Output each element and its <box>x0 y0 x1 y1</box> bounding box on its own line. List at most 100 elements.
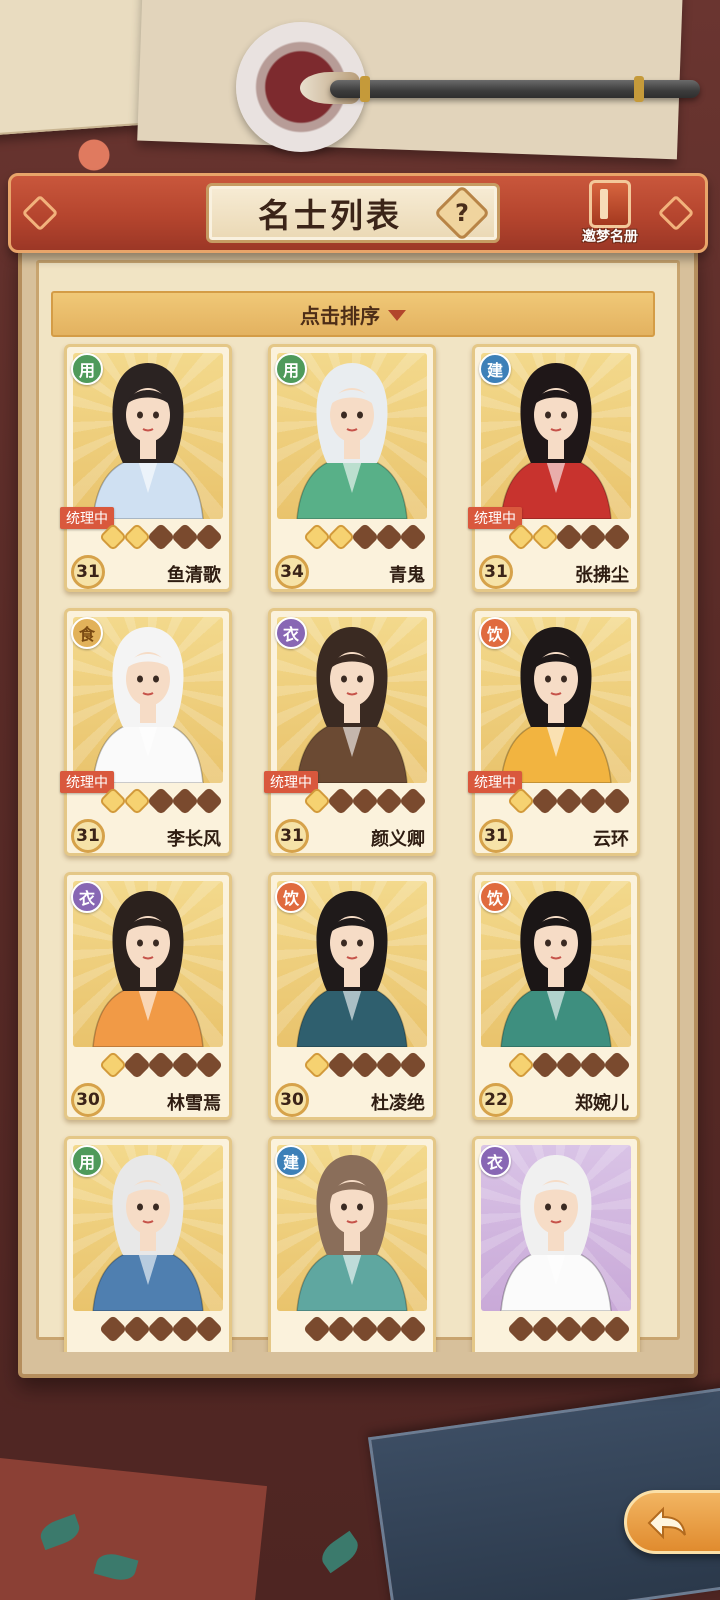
star-icon <box>578 1050 608 1080</box>
star-rating <box>302 1050 428 1080</box>
back-button[interactable] <box>624 1490 720 1554</box>
character-grid: 用统理中 31 鱼清歌用 34 青鬼建统理中 31 张拂尘食统理中 31 李长风衣统理中 31 颜义… <box>38 340 678 1352</box>
star-icon <box>398 786 428 816</box>
star-icon <box>506 786 536 816</box>
star-icon <box>602 786 632 816</box>
star-icon <box>122 1050 152 1080</box>
character-card[interactable]: 衣 <box>472 1136 640 1352</box>
star-icon <box>350 522 380 552</box>
star-icon <box>530 522 560 552</box>
character-name: 青鬼 <box>389 565 425 586</box>
star-rating <box>98 1050 224 1080</box>
type-badge: 衣 <box>479 1145 511 1177</box>
star-icon <box>398 1314 428 1344</box>
brush-band-decoration <box>634 76 644 102</box>
character-card[interactable]: 饮统理中 31 云环 <box>468 608 640 856</box>
star-icon <box>326 786 356 816</box>
type-badge: 饮 <box>275 881 307 913</box>
star-icon <box>530 786 560 816</box>
leaf-decoration <box>316 1530 364 1574</box>
star-rating <box>506 1050 632 1080</box>
star-icon <box>326 1314 356 1344</box>
star-rating <box>98 1314 224 1344</box>
character-card[interactable]: 衣统理中 31 颜义卿 <box>264 608 436 856</box>
star-icon <box>374 522 404 552</box>
dream-list-label: 邀梦名册 <box>582 229 638 245</box>
character-card[interactable]: 食统理中 31 李长风 <box>60 608 232 856</box>
star-icon <box>302 1314 332 1344</box>
star-icon <box>374 1050 404 1080</box>
character-card[interactable]: 用统理中 31 鱼清歌 <box>60 344 232 592</box>
paper-stack-decoration <box>0 0 155 136</box>
star-icon <box>578 786 608 816</box>
character-card[interactable]: 饮 30 杜凌绝 <box>268 872 436 1120</box>
star-rating <box>506 1314 632 1344</box>
character-card[interactable]: 饮 22 郑婉儿 <box>472 872 640 1120</box>
question-icon: ? <box>455 199 469 227</box>
star-icon <box>302 786 332 816</box>
star-icon <box>578 1314 608 1344</box>
star-icon <box>398 522 428 552</box>
star-icon <box>146 522 176 552</box>
triangle-down-icon <box>388 310 406 321</box>
sort-label: 点击排序 <box>300 303 380 328</box>
brush-decoration <box>330 80 700 98</box>
character-card[interactable]: 用 34 青鬼 <box>268 344 436 592</box>
star-icon <box>98 522 128 552</box>
character-card[interactable]: 用 <box>64 1136 232 1352</box>
character-card[interactable]: 建统理中 31 张拂尘 <box>468 344 640 592</box>
type-badge: 用 <box>275 353 307 385</box>
star-icon <box>98 1314 128 1344</box>
star-icon <box>602 522 632 552</box>
star-rating <box>302 786 428 816</box>
star-icon <box>554 522 584 552</box>
star-icon <box>194 1050 224 1080</box>
level-badge: 30 <box>275 1083 309 1117</box>
character-card[interactable]: 建 <box>268 1136 436 1352</box>
star-icon <box>170 1314 200 1344</box>
book-icon <box>589 180 631 228</box>
star-icon <box>194 1314 224 1344</box>
star-icon <box>122 522 152 552</box>
star-icon <box>122 786 152 816</box>
star-icon <box>374 1314 404 1344</box>
character-name: 林雪焉 <box>167 1093 221 1114</box>
dream-list-button[interactable]: 邀梦名册 <box>572 180 648 252</box>
star-icon <box>146 786 176 816</box>
star-icon <box>602 1314 632 1344</box>
star-icon <box>194 522 224 552</box>
sort-button[interactable]: 点击排序 <box>51 291 655 337</box>
managing-tag: 统理中 <box>264 771 318 793</box>
character-name: 郑婉儿 <box>575 1093 629 1114</box>
star-rating <box>302 1314 428 1344</box>
type-badge: 建 <box>479 353 511 385</box>
managing-tag: 统理中 <box>468 507 522 529</box>
ornament-icon <box>657 194 695 232</box>
level-badge: 31 <box>479 555 513 589</box>
character-name: 鱼清歌 <box>167 565 221 586</box>
star-rating <box>506 522 632 552</box>
level-badge: 31 <box>71 819 105 853</box>
star-icon <box>554 1314 584 1344</box>
star-icon <box>398 1050 428 1080</box>
star-icon <box>530 1050 560 1080</box>
star-icon <box>302 522 332 552</box>
level-badge: 22 <box>479 1083 513 1117</box>
star-rating <box>506 786 632 816</box>
star-icon <box>170 522 200 552</box>
character-card[interactable]: 衣 30 林雪焉 <box>64 872 232 1120</box>
flower-decoration <box>62 135 126 175</box>
star-icon <box>350 1314 380 1344</box>
star-icon <box>146 1050 176 1080</box>
character-name: 张拂尘 <box>575 565 629 586</box>
star-rating <box>98 522 224 552</box>
star-icon <box>194 786 224 816</box>
star-icon <box>506 522 536 552</box>
star-rating <box>302 522 428 552</box>
type-badge: 食 <box>71 617 103 649</box>
character-name: 云环 <box>593 829 629 850</box>
type-badge: 建 <box>275 1145 307 1177</box>
level-badge: 31 <box>275 819 309 853</box>
star-icon <box>506 1050 536 1080</box>
level-badge: 31 <box>71 555 105 589</box>
